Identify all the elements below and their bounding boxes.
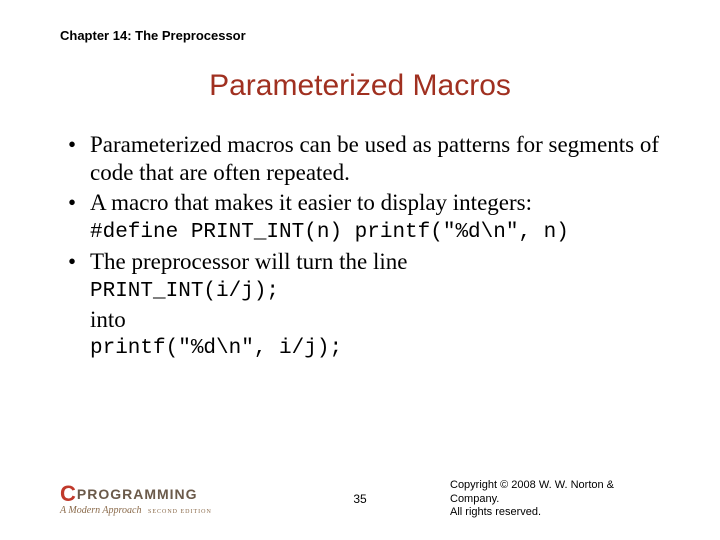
page-number: 35 — [353, 492, 366, 506]
footer: C PROGRAMMING A Modern Approach SECOND E… — [0, 479, 720, 520]
logo-letter-c: C — [60, 483, 75, 505]
chapter-label: Chapter 14: The Preprocessor — [60, 28, 660, 43]
code-call: PRINT_INT(i/j); — [90, 280, 660, 303]
bullet-item: Parameterized macros can be used as patt… — [68, 131, 660, 187]
copyright-text: Copyright © 2008 W. W. Norton & Company.… — [450, 479, 660, 520]
slide-title: Parameterized Macros — [60, 69, 660, 103]
logo-edition: SECOND EDITION — [148, 509, 212, 515]
bullet-item: The preprocessor will turn the line — [68, 248, 660, 276]
book-logo: C PROGRAMMING A Modern Approach SECOND E… — [60, 483, 212, 516]
code-define: #define PRINT_INT(n) printf("%d\n", n) — [90, 221, 660, 244]
slide: Chapter 14: The Preprocessor Parameteriz… — [0, 0, 720, 540]
into-label: into — [90, 307, 660, 333]
logo-subtitle: A Modern Approach SECOND EDITION — [60, 506, 212, 516]
code-expanded: printf("%d\n", i/j); — [90, 337, 660, 360]
logo-programming: PROGRAMMING — [77, 487, 198, 501]
logo-sub-text: A Modern Approach — [60, 505, 141, 516]
logo-top: C PROGRAMMING — [60, 483, 212, 505]
body-list: The preprocessor will turn the line — [68, 248, 660, 276]
bullet-item: A macro that makes it easier to display … — [68, 189, 660, 217]
body-list: Parameterized macros can be used as patt… — [68, 131, 660, 217]
